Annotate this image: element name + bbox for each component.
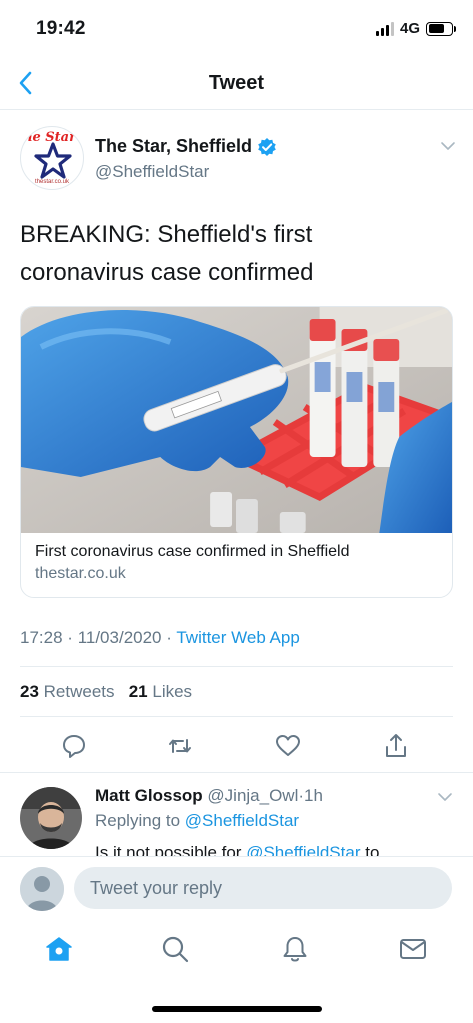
tweet-stats: 23 Retweets 21 Likes (20, 682, 192, 702)
reply-text-start: Is it not possible for (95, 843, 242, 856)
replying-prefix: Replying to (95, 811, 181, 830)
reply-author-name[interactable]: Matt Glossop (95, 786, 203, 805)
tweet-text: BREAKING: Sheffield's first coronavirus … (20, 216, 450, 292)
tweet-date: 11/03/2020 (77, 628, 162, 647)
replying-to: Replying to @SheffieldStar (95, 811, 299, 831)
link-card[interactable]: First coronavirus case confirmed in Shef… (20, 306, 453, 598)
reply-composer (0, 856, 473, 920)
retweets-label: Retweets (43, 682, 115, 701)
likes-label: Likes (152, 682, 193, 701)
author-name-row: The Star, Sheffield (95, 136, 277, 157)
reply-avatar[interactable] (20, 787, 82, 849)
tweet-source-link[interactable]: Twitter Web App (176, 628, 299, 647)
user-avatar (20, 867, 64, 911)
page-title: Tweet (208, 72, 265, 94)
nav-bar: Tweet (0, 58, 473, 110)
network-type: 4G (399, 20, 420, 37)
card-body: First coronavirus case confirmed in Shef… (21, 533, 452, 593)
tab-bar (0, 920, 473, 980)
likes-count: 21 (128, 682, 148, 701)
card-domain: thestar.co.uk (35, 565, 126, 582)
reply-text-end: to (365, 843, 380, 856)
retweet-icon[interactable] (166, 732, 194, 760)
author-display-name[interactable]: The Star, Sheffield (95, 136, 252, 157)
tweet-actions (20, 728, 453, 764)
likes-link[interactable]: 21 Likes (129, 682, 192, 701)
reply-tweet[interactable]: Matt Glossop @Jinja_Owl·1h Replying to @… (0, 772, 473, 856)
search-icon[interactable] (160, 934, 190, 964)
chevron-down-icon[interactable] (437, 789, 453, 805)
reply-input[interactable] (74, 867, 452, 909)
verified-badge-icon (258, 137, 276, 156)
reply-text-mention[interactable]: @SheffieldStar (246, 843, 360, 856)
reply-author-handle[interactable]: @Jinja_Owl (207, 786, 298, 805)
signal-icon (375, 21, 394, 36)
status-indicators: 4G (375, 20, 456, 37)
reply-icon[interactable] (60, 732, 88, 760)
tweet-text-line1: BREAKING: Sheffield's first (20, 221, 313, 248)
author-handle[interactable]: @SheffieldStar (95, 162, 209, 182)
status-bar: 19:42 4G (0, 0, 473, 58)
tweet-text-line2: coronavirus case confirmed (20, 259, 314, 286)
meta-separator: · (67, 628, 73, 647)
notifications-icon[interactable] (280, 934, 310, 964)
divider (20, 716, 453, 717)
card-image (21, 307, 452, 533)
chevron-down-icon[interactable] (440, 138, 456, 154)
home-indicator[interactable] (152, 1006, 322, 1012)
retweets-link[interactable]: 23 Retweets (20, 682, 115, 701)
reply-text: Is it not possible for @SheffieldStar to (95, 843, 379, 856)
reply-time: 1h (304, 786, 323, 805)
meta-separator: · (166, 628, 172, 647)
messages-icon[interactable] (398, 934, 428, 964)
retweets-count: 23 (20, 682, 39, 701)
share-icon[interactable] (382, 732, 410, 760)
author-avatar[interactable]: ne Star thestar.co.uk (20, 126, 84, 190)
like-icon[interactable] (274, 732, 302, 760)
reply-author-row: Matt Glossop @Jinja_Owl·1h (95, 786, 323, 806)
avatar-logo-sub: thestar.co.uk (35, 179, 70, 185)
divider (20, 666, 453, 667)
tweet-time: 17:28 (20, 628, 63, 647)
card-title: First coronavirus case confirmed in Shef… (35, 543, 350, 560)
replying-to-mention[interactable]: @SheffieldStar (185, 811, 299, 830)
home-icon[interactable] (44, 934, 74, 964)
battery-icon (426, 21, 456, 36)
tweet-meta: 17:28 · 11/03/2020 · Twitter Web App (20, 628, 300, 648)
tweet-header: ne Star thestar.co.uk The Star, Sheffiel… (20, 124, 460, 194)
status-time: 19:42 (36, 18, 86, 39)
